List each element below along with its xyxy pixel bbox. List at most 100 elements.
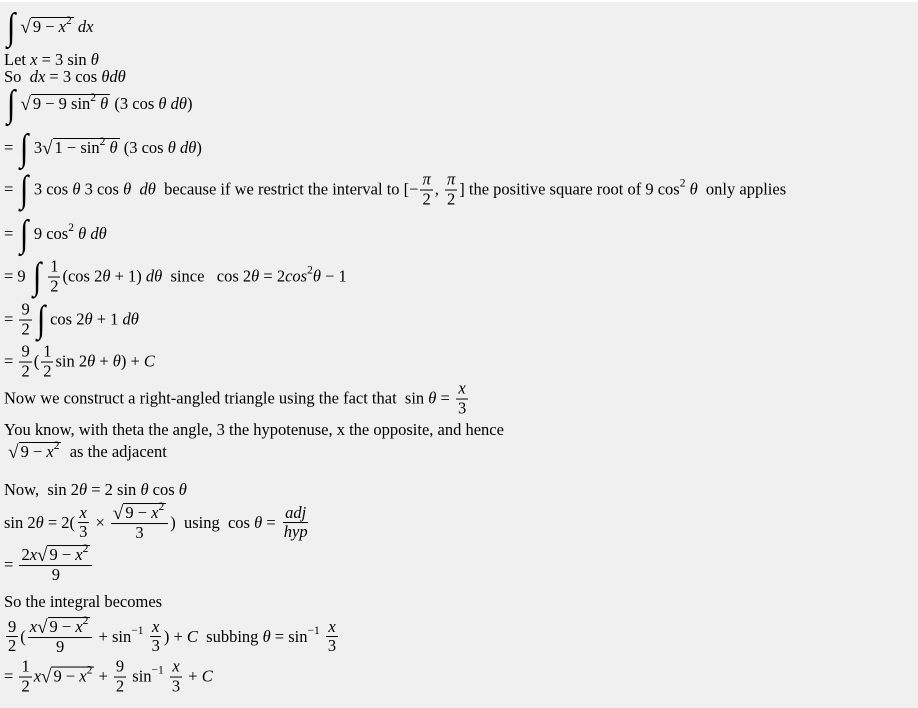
top-border [0,0,918,2]
numerator: 2 x √ 9 − x2 [19,543,93,566]
math-line: ∫ √ 9 − x2 dx [4,8,93,46]
radicand: 1 − sin 2 θ [52,136,120,158]
numerator: 9 [113,657,127,678]
denominator: 3 [150,636,162,657]
math-variable: dx [29,67,46,86]
numerator: 9 [19,342,32,363]
text: because if we restrict the interval to [… [155,180,419,199]
math-variable: dθ [139,180,156,199]
fraction: 92 [6,617,19,657]
text: cos [148,480,179,499]
text: 3 cos [33,180,73,199]
text: 2 [422,189,431,209]
text: 2 [447,189,456,209]
denominator: 2 [6,637,18,657]
text: = [4,138,18,157]
math-variable: θ [102,267,111,286]
text: sin [128,667,152,686]
text: 2 [115,676,125,696]
integral-sign: ∫ [7,6,16,48]
text: (cos 2 [62,267,103,286]
denominator: 2 [420,189,432,210]
radical-sign: √ [42,137,53,159]
numerator: 1 [41,341,54,363]
math-line: You know, with theta the angle, 3 the hy… [4,420,504,440]
fraction: x3 [77,503,89,543]
text: ( [20,627,26,646]
text: = 2 sin [87,480,141,499]
text: 3 [151,636,160,656]
superscript: 2 [68,221,74,234]
math-variable: π [422,169,431,189]
math-variable: x [172,656,180,676]
math-variable: x [151,503,159,523]
math-variable: C [201,667,213,686]
text: 2 [21,544,30,564]
text: × [91,513,109,532]
text: − 1 [320,267,347,286]
superscript: 2 [66,14,72,27]
math-variable: θ dθ [78,224,107,243]
text: Now we construct a right-angled triangle… [4,389,429,408]
math-line: So the integral becomes [4,592,162,612]
math-variable: x [75,617,83,637]
math-line: ∫ √ 9 − 9 sin 2 θ (3 cos θ dθ) [4,85,193,123]
text: 9 − [49,545,76,565]
text: 2 [21,319,30,339]
math-variable: θ [72,180,81,199]
math-variable: x [29,544,38,564]
square-root: √ 9 − x2 [8,440,62,463]
math-variable: θ dθ [158,94,187,113]
text: ) using cos [170,513,255,532]
integral-sign: ∫ [20,169,29,211]
text: 9 − [49,617,76,637]
numerator: π [445,169,458,191]
square-root: √ 9 − x2 [37,543,91,565]
text: 9 − [32,17,59,37]
text: 2 [50,276,59,296]
math-variable: θ [254,513,263,532]
math-variable: θ [109,138,118,158]
fraction: π2 [445,169,458,210]
text: 9 − [53,667,80,687]
math-variable: x [33,667,42,686]
fraction: 92 [19,300,32,340]
text: 3 cos [80,180,124,199]
math-variable: x [58,17,66,37]
math-line: = ∫ 9 cos 2 θ dθ [4,215,107,253]
text: 9 − 9 sin [32,94,91,114]
math-variable: x [79,667,87,687]
denominator: 2 [19,319,31,340]
text: 3 [33,138,43,157]
math-variable: π [447,169,456,189]
text: + sin [94,627,132,646]
denominator: 9 [54,637,66,657]
numerator: √ 9 − x2 [110,501,169,524]
square-root: √ 9 − x2 [37,615,91,637]
math-line: = 9 2 ∫ cos 2θ + 1 dθ [4,300,139,340]
denominator: 3 [133,523,145,543]
text: 9 − [20,442,47,462]
fraction: x3 [456,379,468,419]
text: 9 [55,637,65,656]
square-root: √ 9 − x2 [113,501,167,523]
math-variable: θ [84,310,93,329]
radical-sign: √ [8,441,19,463]
math-variable: dx [77,17,94,36]
text: ) [187,94,193,113]
text: 1 [21,656,30,676]
text: + [184,667,202,686]
text: 1 [43,341,52,361]
text: = [4,180,18,199]
math-line: = 2 x √ 9 − x29 [4,543,94,585]
text: 3 [171,676,181,696]
math-variable: θ [100,94,109,114]
text: ( [33,352,40,371]
numerator: 9 [19,300,32,321]
text: So the integral becomes [4,592,163,611]
math-variable: θ [87,352,96,371]
integral-sign: ∫ [20,213,29,255]
fraction: 12 [48,257,61,297]
text: 3 [457,398,467,418]
math-line: = 1 2 x √ 9 − x2 + 92 sin −1 x3 + C [4,656,213,697]
